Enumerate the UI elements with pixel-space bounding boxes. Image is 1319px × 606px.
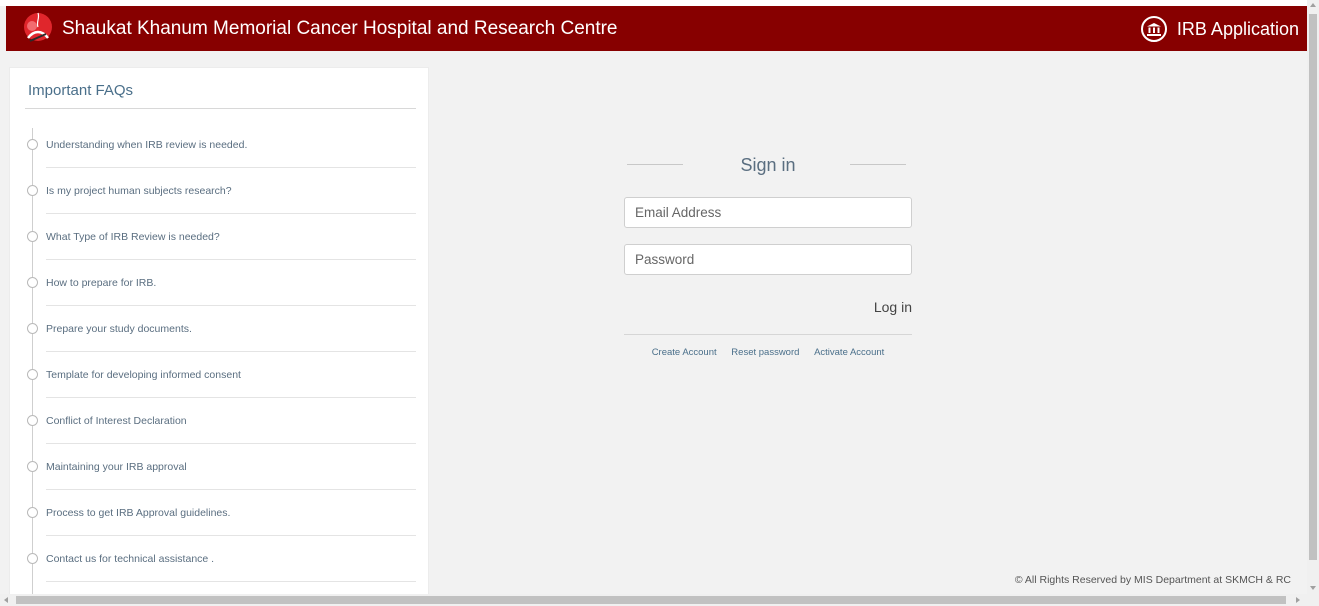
reset-password-link[interactable]: Reset password	[731, 347, 799, 358]
password-field[interactable]	[624, 244, 912, 275]
hospital-name: Shaukat Khanum Memorial Cancer Hospital …	[62, 18, 618, 39]
scroll-right-arrow-icon[interactable]	[1296, 597, 1300, 603]
create-account-link[interactable]: Create Account	[652, 347, 717, 358]
faq-item: Is my project human subjects research?	[10, 168, 430, 214]
faq-heading-divider	[25, 108, 416, 109]
scroll-down-arrow-icon[interactable]	[1310, 586, 1316, 590]
timeline-dot-icon	[27, 369, 38, 380]
institution-building-icon	[1140, 16, 1167, 42]
faq-item-divider	[46, 581, 416, 582]
faq-panel: Important FAQs Understanding when IRB re…	[9, 67, 429, 600]
faq-link[interactable]: Is my project human subjects research?	[46, 185, 232, 197]
timeline-dot-icon	[27, 277, 38, 288]
account-links: Create Account Reset password Activate A…	[624, 347, 912, 358]
horizontal-scrollbar[interactable]	[0, 594, 1319, 606]
signin-divider	[624, 334, 912, 335]
signin-form: Sign in Log in Create Account Reset pass…	[624, 150, 912, 358]
timeline-dot-icon	[27, 323, 38, 334]
timeline-dot-icon	[27, 231, 38, 242]
faq-link[interactable]: Template for developing informed consent	[46, 369, 241, 381]
horizontal-scroll-thumb[interactable]	[16, 596, 1286, 604]
faq-link[interactable]: Process to get IRB Approval guidelines.	[46, 507, 230, 519]
timeline-dot-icon	[27, 185, 38, 196]
faq-item: Contact us for technical assistance .	[10, 536, 430, 582]
timeline-dot-icon	[27, 415, 38, 426]
scroll-left-arrow-icon[interactable]	[4, 597, 8, 603]
timeline-dot-icon	[27, 139, 38, 150]
email-field[interactable]	[624, 197, 912, 228]
login-button[interactable]: Log in	[874, 299, 912, 315]
timeline-dot-icon	[27, 507, 38, 518]
faq-link[interactable]: How to prepare for IRB.	[46, 277, 156, 289]
app-title-group: IRB Application	[1140, 14, 1299, 44]
vertical-scroll-thumb[interactable]	[1309, 14, 1317, 560]
faq-item: Prepare your study documents.	[10, 306, 430, 352]
faq-item: Template for developing informed consent	[10, 352, 430, 398]
faq-link[interactable]: Contact us for technical assistance .	[46, 553, 214, 565]
faq-item: Process to get IRB Approval guidelines.	[10, 490, 430, 536]
timeline-dot-icon	[27, 461, 38, 472]
site-header: Shaukat Khanum Memorial Cancer Hospital …	[6, 6, 1307, 51]
faq-item: How to prepare for IRB.	[10, 260, 430, 306]
signin-title: Sign in	[740, 155, 796, 175]
signin-header: Sign in	[624, 150, 912, 190]
faq-item: Maintaining your IRB approval	[10, 444, 430, 490]
faq-link[interactable]: What Type of IRB Review is needed?	[46, 231, 220, 243]
faq-list: Understanding when IRB review is needed.…	[10, 122, 430, 582]
footer-copyright: © All Rights Reserved by MIS Department …	[1014, 574, 1291, 586]
timeline-dot-icon	[27, 553, 38, 564]
signin-title-rule-right	[850, 164, 906, 165]
faq-heading: Important FAQs	[28, 82, 134, 99]
ribbon-logo-icon	[18, 8, 58, 48]
activate-account-link[interactable]: Activate Account	[814, 347, 884, 358]
vertical-scrollbar[interactable]	[1307, 0, 1319, 594]
faq-item: Understanding when IRB review is needed.	[10, 122, 430, 168]
app-title: IRB Application	[1176, 18, 1299, 39]
faq-item: Conflict of Interest Declaration	[10, 398, 430, 444]
faq-item: What Type of IRB Review is needed?	[10, 214, 430, 260]
faq-link[interactable]: Understanding when IRB review is needed.	[46, 139, 247, 151]
faq-link[interactable]: Prepare your study documents.	[46, 323, 192, 335]
scroll-up-arrow-icon[interactable]	[1310, 3, 1316, 7]
faq-link[interactable]: Maintaining your IRB approval	[46, 461, 187, 473]
faq-link[interactable]: Conflict of Interest Declaration	[46, 415, 187, 427]
